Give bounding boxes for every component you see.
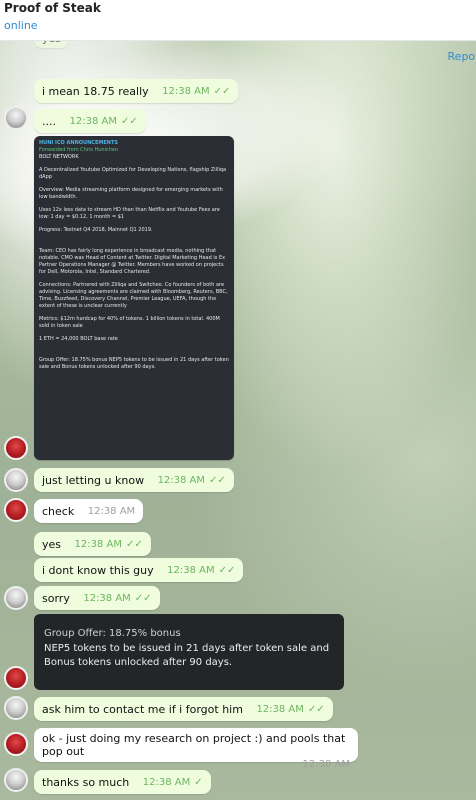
avatar[interactable] xyxy=(4,666,28,690)
message-text: thanks so much xyxy=(42,775,130,789)
message-bubble[interactable]: thanks so much 12:38 AM ✓ xyxy=(34,770,211,794)
message-time: 12:38 AM ✓✓ xyxy=(256,703,325,715)
message-bubble[interactable]: i mean 18.75 really 12:38 AM ✓✓ xyxy=(34,79,239,103)
message-bubble[interactable]: i dont know this guy 12:38 AM ✓✓ xyxy=(34,558,244,582)
message-time: 12:38 AM ✓✓ xyxy=(74,538,143,550)
card-line: Progress: Testnet Q4 2018, Mainnet Q1 20… xyxy=(39,227,153,233)
card-channel-title: HUNI ICO ANNOUNCEMENTS xyxy=(39,140,118,146)
avatar[interactable] xyxy=(4,468,28,492)
card-forwarded-from: Forwarded from Chris Hunichen xyxy=(39,147,119,153)
message-time: 12:38 AM ✓✓ xyxy=(69,115,138,127)
message-time: 12:38 AM ✓ xyxy=(142,776,203,788)
report-link[interactable]: Report xyxy=(448,50,476,63)
message-text: i mean 18.75 really xyxy=(42,84,149,98)
message-bubble[interactable]: check 12:38 AM xyxy=(34,499,144,523)
avatar[interactable] xyxy=(4,106,28,130)
message-bubble[interactable]: just letting u know 12:38 AM ✓✓ xyxy=(34,468,234,492)
chat-area[interactable]: yes i mean 18.75 really 12:38 AM✓✓ .... … xyxy=(0,40,476,800)
message-bubble[interactable]: sorry 12:38 AM ✓✓ xyxy=(34,586,160,610)
card-project-name: BOLT NETWORK xyxy=(39,154,79,160)
message-bubble[interactable]: yes 12:38 AM ✓✓ xyxy=(34,532,151,556)
avatar[interactable] xyxy=(4,696,28,720)
quote-body: NEP5 tokens to be issued in 21 days afte… xyxy=(44,643,330,668)
avatar[interactable] xyxy=(4,498,28,522)
avatar[interactable] xyxy=(4,586,28,610)
card-line: Group Offer: 18.75% bonus NEP5 tokens to… xyxy=(39,357,229,370)
card-line: Uses 12x less data to stream HD than tha… xyxy=(39,207,220,220)
message-time: 12:38 AM xyxy=(302,759,350,770)
avatar[interactable] xyxy=(4,768,28,792)
message-time: 12:38 AM ✓✓ xyxy=(157,474,226,486)
card-line: Connections: Partnered with Zilliqa and … xyxy=(39,282,228,309)
forwarded-image[interactable]: HUNI ICO ANNOUNCEMENTS Forwarded from Ch… xyxy=(34,136,234,460)
card-line: Team: CEO has fairly long experience in … xyxy=(39,248,226,275)
card-line: Metrics: $12m hardcap for 40% of tokens.… xyxy=(39,316,220,329)
message-text: .... xyxy=(42,114,56,128)
message-bubble[interactable]: ok - just doing my research on project :… xyxy=(34,728,358,770)
message-time: 12:38 AM ✓✓ xyxy=(162,85,231,97)
message-text: just letting u know xyxy=(42,473,145,487)
message-text: i dont know this guy xyxy=(42,563,154,577)
quote-title: Group Offer: 18.75% bonus xyxy=(44,628,181,639)
message-time: 12:38 AM xyxy=(87,505,136,517)
chat-status: online xyxy=(4,19,38,32)
message-text: yes xyxy=(42,537,62,551)
double-check-icon: ✓✓ xyxy=(209,474,226,486)
card-line: Overview: Media streaming platform desig… xyxy=(39,187,223,200)
message-text: sorry xyxy=(42,591,70,605)
message-bubble[interactable]: yes xyxy=(34,40,70,48)
message-text: check xyxy=(42,504,75,518)
chat-title[interactable]: Proof of Steak xyxy=(4,1,101,15)
double-check-icon: ✓✓ xyxy=(134,592,152,604)
avatar[interactable] xyxy=(4,436,28,460)
avatar[interactable] xyxy=(4,732,28,756)
card-line: 1 ETH = 24,000 BOLT base rate xyxy=(39,336,118,342)
message-time: 12:38 AM ✓✓ xyxy=(83,592,152,604)
message-bubble[interactable]: .... 12:38 AM ✓✓ xyxy=(34,109,146,133)
message-time: 12:38 AM ✓✓ xyxy=(167,564,236,576)
message-text: ok - just doing my research on project :… xyxy=(42,732,346,758)
quoted-image[interactable]: Group Offer: 18.75% bonus NEP5 tokens to… xyxy=(34,614,344,690)
double-check-icon: ✓✓ xyxy=(120,115,138,127)
card-line: A Decentralized Youtube Optimized for De… xyxy=(39,167,227,180)
double-check-icon: ✓✓ xyxy=(125,538,143,550)
double-check-icon: ✓✓ xyxy=(213,85,231,97)
message-text: ask him to contact me if i forgot him xyxy=(42,702,243,716)
check-icon: ✓ xyxy=(194,776,203,788)
double-check-icon: ✓✓ xyxy=(307,703,325,715)
double-check-icon: ✓✓ xyxy=(218,564,236,576)
chat-header: Proof of Steak online xyxy=(0,0,476,41)
message-bubble[interactable]: ask him to contact me if i forgot him 12… xyxy=(34,697,333,721)
